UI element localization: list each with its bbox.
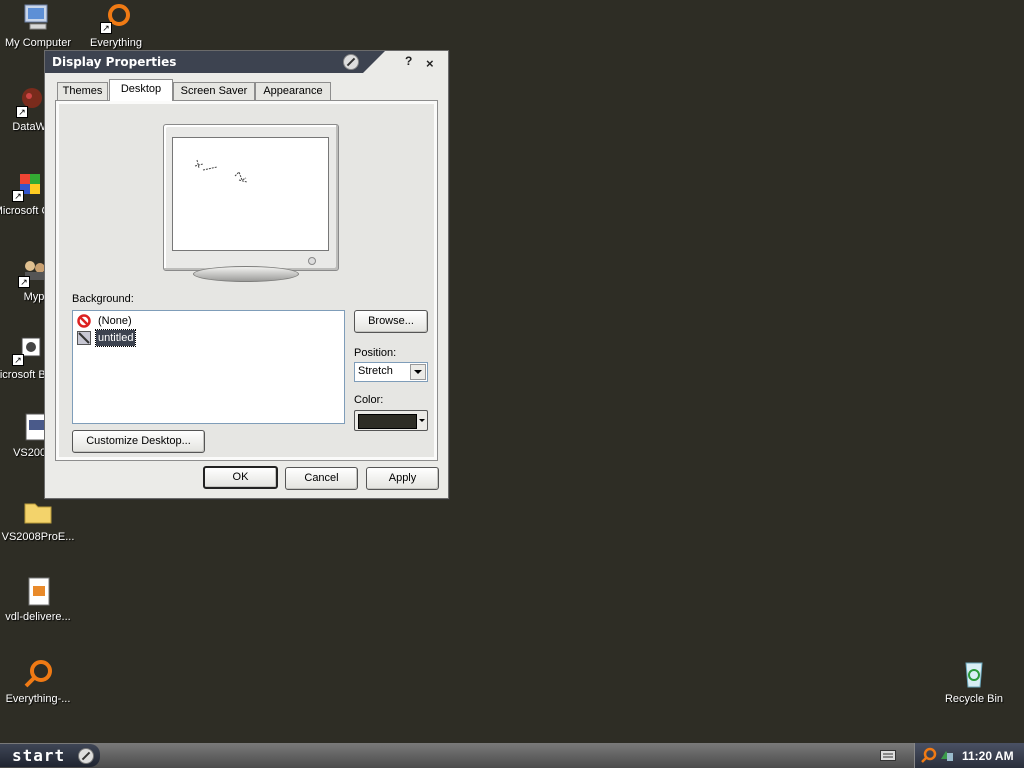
color-picker-button[interactable] <box>354 410 428 431</box>
monitor-stand <box>193 266 299 282</box>
shortcut-arrow-icon: ↗ <box>12 190 24 202</box>
tab-appearance[interactable]: Appearance <box>255 82 331 100</box>
ok-button[interactable]: OK <box>203 466 278 489</box>
desktop-icon-label: Everything-... <box>5 693 71 705</box>
power-led-icon <box>308 257 316 265</box>
desktop-icon-label: Recycle Bin <box>944 693 1004 705</box>
chevron-down-icon <box>419 419 425 422</box>
none-icon <box>77 314 91 328</box>
panel-content: Background: (None) untitled Browse... Po… <box>59 104 434 457</box>
magnifier-icon: ↗ <box>100 2 132 34</box>
color-label: Color: <box>354 394 384 406</box>
desktop-icon-vs2008proe[interactable]: VS2008ProE... <box>0 496 78 544</box>
taskbar: start 11:20 AM <box>0 743 1024 768</box>
position-select[interactable]: Stretch <box>354 362 428 382</box>
background-list[interactable]: (None) untitled <box>72 310 345 424</box>
clock[interactable]: 11:20 AM <box>962 749 1014 763</box>
desktop-icon-everything[interactable]: ↗ Everything <box>76 2 156 50</box>
computer-icon <box>22 2 54 34</box>
position-value: Stretch <box>358 365 393 377</box>
customize-desktop-button[interactable]: Customize Desktop... <box>72 430 205 453</box>
cancel-button[interactable]: Cancel <box>285 467 358 490</box>
close-button[interactable]: × <box>426 56 434 71</box>
title-bar[interactable]: Display Properties <box>45 51 385 73</box>
window-title: Display Properties <box>52 55 177 69</box>
shortcut-arrow-icon: ↗ <box>16 106 28 118</box>
chevron-down-icon[interactable] <box>410 364 426 380</box>
desktop-icon-label: My Computer <box>4 37 72 49</box>
visual-cpp-icon: ↗ <box>12 170 44 202</box>
tab-themes[interactable]: Themes <box>57 82 108 100</box>
display-properties-window: Display Properties ? × Themes Desktop Sc… <box>44 50 449 499</box>
background-label: Background: <box>72 293 134 305</box>
preview-image <box>194 159 248 183</box>
tab-screen-saver[interactable]: Screen Saver <box>173 82 255 100</box>
desktop-icon-label: vdl-delivere... <box>5 611 71 623</box>
window-logo-icon <box>343 54 359 70</box>
monitor-preview <box>163 124 339 271</box>
start-button[interactable]: start <box>0 744 100 767</box>
everything-tray-icon[interactable] <box>921 747 937 766</box>
image-icon <box>77 331 91 345</box>
magnifier-icon <box>22 658 54 690</box>
desktop-icon-my-computer[interactable]: My Computer <box>0 2 78 50</box>
shortcut-arrow-icon: ↗ <box>18 276 30 288</box>
folder-icon <box>22 496 54 528</box>
tab-desktop[interactable]: Desktop <box>109 79 173 101</box>
list-item-label: untitled <box>94 329 137 347</box>
desktop-tab-panel: Background: (None) untitled Browse... Po… <box>55 100 438 461</box>
shortcut-arrow-icon: ↗ <box>100 22 112 34</box>
archive-icon <box>22 576 54 608</box>
position-label: Position: <box>354 347 397 359</box>
desktop-icon-label: VS2008ProE... <box>1 531 75 543</box>
color-swatch <box>358 414 417 429</box>
browse-button[interactable]: Browse... <box>354 310 428 333</box>
list-item-none[interactable]: (None) <box>77 313 134 329</box>
help-button[interactable]: ? <box>405 54 412 68</box>
desktop-icon-vdl-delivere[interactable]: vdl-delivere... <box>0 576 78 624</box>
apply-button[interactable]: Apply <box>366 467 439 490</box>
visual-basic-icon: ↗ <box>12 334 44 366</box>
list-item-untitled[interactable]: untitled <box>77 329 137 347</box>
shortcut-arrow-icon: ↗ <box>12 354 24 366</box>
start-label: start <box>12 746 66 765</box>
preview-screen <box>172 137 329 251</box>
recycle-bin-icon <box>958 658 990 690</box>
network-tray-icon[interactable] <box>939 747 955 766</box>
start-orb-icon <box>78 748 94 764</box>
keyboard-icon[interactable] <box>880 748 896 765</box>
desktop-icon-label: Everything <box>90 37 142 49</box>
desktop-icon-recycle-bin[interactable]: Recycle Bin <box>934 658 1014 706</box>
list-item-label: (None) <box>98 315 132 327</box>
desktop-icon-everything-setup[interactable]: Everything-... <box>0 658 78 706</box>
